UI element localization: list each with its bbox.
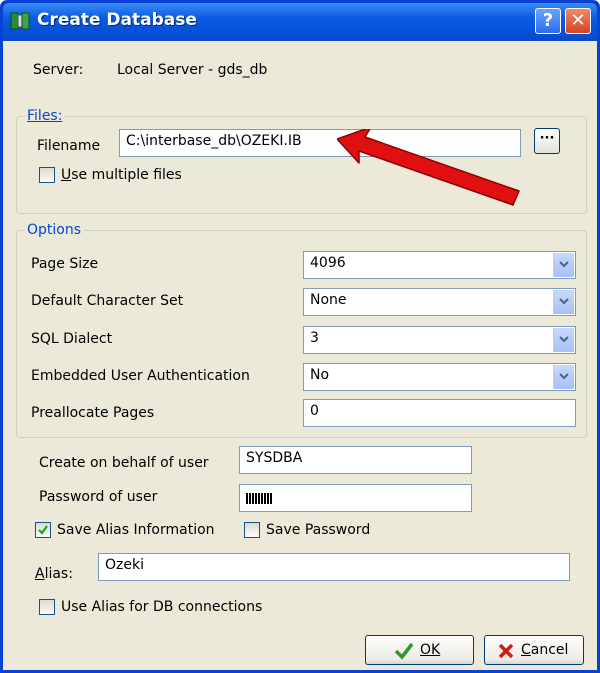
charset-select[interactable]: None [303, 288, 576, 316]
title-bar[interactable]: Create Database ? ✕ [3, 3, 597, 41]
dialog-body: Server: Local Server - gds_db Files: Fil… [3, 41, 597, 670]
password-label: Password of user [39, 489, 158, 505]
ok-label: OK [420, 642, 441, 658]
close-button[interactable]: ✕ [565, 8, 591, 34]
help-button[interactable]: ? [535, 8, 561, 34]
sql-dialect-select[interactable]: 3 [303, 326, 576, 354]
save-password-checkbox[interactable] [244, 522, 260, 538]
chevron-down-icon[interactable] [553, 253, 574, 277]
embedded-auth-select[interactable]: No [303, 363, 576, 391]
use-alias-checkbox[interactable] [39, 599, 55, 615]
server-value: Local Server - gds_db [117, 62, 268, 78]
server-label: Server: [33, 62, 84, 78]
password-input[interactable] [239, 484, 472, 512]
behalf-user-label: Create on behalf of user [39, 455, 209, 471]
window-title: Create Database [37, 10, 197, 30]
options-legend: Options [25, 222, 84, 238]
chevron-down-icon[interactable] [553, 290, 574, 314]
sql-dialect-label: SQL Dialect [31, 331, 113, 347]
use-multiple-files-checkbox[interactable] [39, 167, 55, 183]
use-multiple-files-label: Use multiple files [61, 167, 182, 183]
filename-label: Filename [37, 138, 101, 154]
chevron-down-icon[interactable] [553, 365, 574, 389]
save-alias-checkbox[interactable] [35, 522, 51, 538]
browse-button[interactable]: ··· [534, 128, 560, 154]
cancel-x-icon [498, 643, 514, 659]
ok-button[interactable]: OK [365, 635, 474, 665]
cancel-button[interactable]: Cancel [484, 635, 584, 665]
checkmark-icon [38, 525, 48, 535]
save-password-label: Save Password [266, 522, 371, 538]
use-alias-label: Use Alias for DB connections [61, 599, 263, 615]
embedded-auth-label: Embedded User Authentication [31, 368, 250, 384]
checkmark-icon [394, 642, 414, 660]
cancel-label: Cancel [521, 642, 569, 658]
red-arrow-icon [337, 129, 520, 206]
preallocate-label: Preallocate Pages [31, 405, 155, 421]
save-alias-label: Save Alias Information [57, 522, 215, 538]
behalf-user-input[interactable]: SYSDBA [239, 446, 472, 474]
alias-input[interactable]: Ozeki [98, 553, 570, 581]
page-size-select[interactable]: 4096 [303, 251, 576, 279]
chevron-down-icon[interactable] [553, 328, 574, 352]
database-icon [10, 12, 30, 30]
charset-label: Default Character Set [31, 293, 184, 309]
password-mask [246, 493, 272, 504]
alias-label: Alias: [35, 566, 73, 582]
preallocate-input[interactable]: 0 [303, 399, 576, 427]
page-size-label: Page Size [31, 256, 99, 272]
create-database-dialog: Create Database ? ✕ Server: Local Server… [0, 0, 600, 673]
files-legend: Files: [25, 108, 65, 124]
